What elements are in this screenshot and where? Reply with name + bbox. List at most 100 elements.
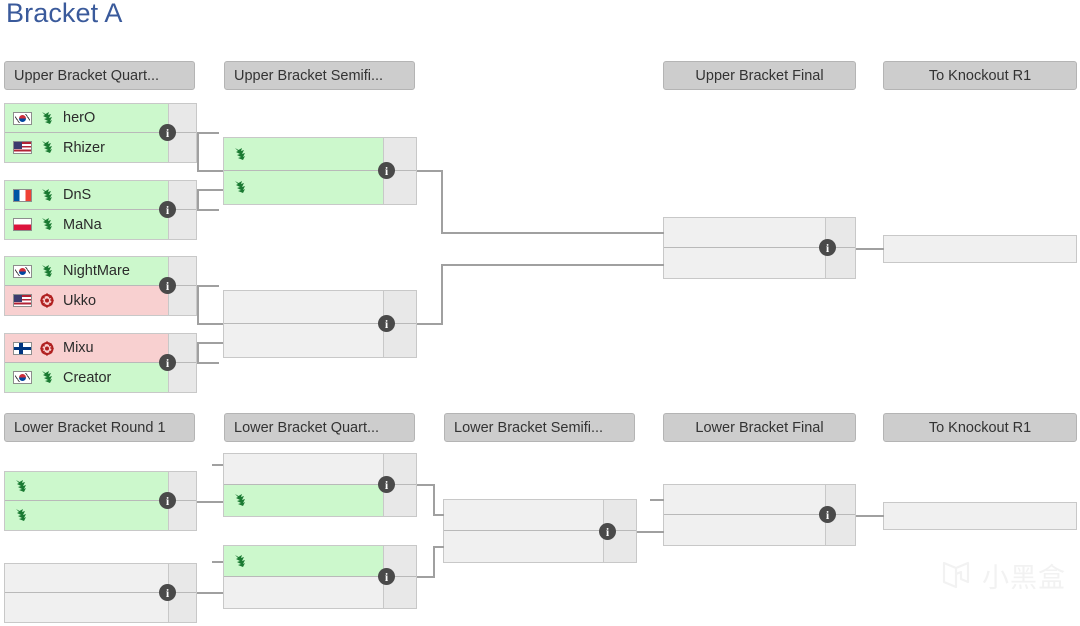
match-info-icon[interactable]: i	[159, 277, 176, 294]
protoss-race-icon	[42, 218, 52, 230]
opponent-cell: MaNa	[5, 210, 168, 239]
match-opponent-top[interactable]	[884, 236, 1076, 262]
opponent-cell	[664, 515, 825, 545]
flag-kr-icon	[13, 111, 32, 125]
opponent-cell: herO	[5, 104, 168, 132]
slot-ub-knockout[interactable]	[883, 235, 1077, 263]
round-header-ub-final[interactable]: Upper Bracket Final	[663, 61, 856, 90]
page-title: Bracket A	[6, 0, 123, 28]
opponent-cell	[444, 500, 603, 530]
protoss-race-icon	[235, 147, 245, 160]
match-info-icon[interactable]: i	[819, 239, 836, 256]
player-name: Ukko	[63, 292, 97, 309]
opponent-cell: NightMare	[5, 257, 168, 285]
opponent-cell: Creator	[5, 363, 168, 392]
zerg-race-icon	[40, 340, 54, 356]
player-name: herO	[63, 110, 96, 126]
connector	[197, 132, 219, 134]
match-info-icon[interactable]: i	[159, 201, 176, 218]
opponent-cell	[5, 564, 168, 592]
opponent-cell: Mixu	[5, 334, 168, 362]
player-name: NightMare	[63, 263, 130, 279]
protoss-race-icon	[235, 181, 245, 193]
match-info-icon[interactable]: i	[159, 584, 176, 601]
protoss-race-icon	[42, 188, 52, 201]
connector	[197, 592, 223, 594]
player-name: Creator	[63, 369, 112, 386]
opponent-cell: Ukko	[5, 286, 168, 315]
connector	[417, 323, 443, 325]
connector	[197, 170, 223, 172]
player-name: Mixu	[63, 340, 94, 356]
opponent-cell	[224, 138, 383, 170]
slot-lb-knockout[interactable]	[883, 502, 1077, 530]
connector	[197, 285, 199, 325]
protoss-race-icon	[235, 494, 245, 506]
match-info-icon[interactable]: i	[378, 476, 395, 493]
connector	[197, 342, 199, 363]
round-header-lb-quarterfinals[interactable]: Lower Bracket Quart...	[224, 413, 415, 442]
match-opponent-top[interactable]	[884, 503, 1076, 529]
connector	[441, 170, 443, 234]
zerg-race-icon	[40, 293, 54, 308]
round-header-ub-semifinals[interactable]: Upper Bracket Semifi...	[224, 61, 415, 90]
match-info-icon[interactable]: i	[159, 124, 176, 141]
connector	[212, 561, 223, 563]
connector	[417, 170, 443, 172]
connector	[637, 531, 664, 533]
flag-kr-icon	[13, 264, 32, 278]
watermark-text: 小黑盒	[982, 562, 1066, 594]
match-info-icon[interactable]: i	[378, 315, 395, 332]
match-info-icon[interactable]: i	[819, 506, 836, 523]
opponent-cell	[664, 485, 825, 514]
opponent-cell	[224, 485, 383, 516]
connector	[197, 209, 219, 211]
flag-kr-icon	[13, 371, 32, 384]
connector	[197, 362, 219, 364]
round-header-lb-round1[interactable]: Lower Bracket Round 1	[4, 413, 195, 442]
flag-us-icon	[13, 141, 32, 154]
flag-pl-icon	[13, 218, 32, 231]
connector	[441, 232, 664, 234]
protoss-race-icon	[42, 141, 52, 153]
round-header-lb-semifinals[interactable]: Lower Bracket Semifi...	[444, 413, 635, 442]
connector	[197, 323, 223, 325]
connector	[197, 285, 219, 287]
connector	[197, 342, 223, 344]
connector	[212, 464, 223, 466]
opponent-cell	[884, 236, 1076, 262]
opponent-cell	[224, 454, 383, 484]
match-info-icon[interactable]: i	[159, 354, 176, 371]
connector	[433, 546, 444, 548]
connector	[441, 264, 664, 266]
connector	[856, 248, 884, 250]
match-info-icon[interactable]: i	[378, 162, 395, 179]
round-header-lb-knockout[interactable]: To Knockout R1	[883, 413, 1077, 442]
connector	[856, 515, 884, 517]
opponent-cell	[5, 593, 168, 622]
round-header-ub-quarterfinals[interactable]: Upper Bracket Quart...	[4, 61, 195, 90]
flag-us-icon	[13, 294, 32, 307]
protoss-race-icon	[16, 479, 26, 492]
opponent-cell	[444, 531, 603, 562]
watermark: 小黑盒	[939, 558, 1066, 598]
match-info-icon[interactable]: i	[159, 492, 176, 509]
match-info-icon[interactable]: i	[599, 523, 616, 540]
opponent-cell	[664, 248, 825, 278]
round-header-lb-final[interactable]: Lower Bracket Final	[663, 413, 856, 442]
opponent-cell	[224, 577, 383, 608]
watermark-logo-icon	[939, 558, 973, 598]
connector	[650, 499, 664, 501]
flag-fr-icon	[13, 188, 32, 202]
connector	[197, 189, 223, 191]
flag-fi-icon	[13, 341, 32, 355]
opponent-cell: Rhizer	[5, 133, 168, 162]
round-header-ub-knockout[interactable]: To Knockout R1	[883, 61, 1077, 90]
opponent-cell	[224, 324, 383, 357]
protoss-race-icon	[42, 371, 52, 383]
opponent-cell	[224, 171, 383, 204]
match-info-icon[interactable]: i	[378, 568, 395, 585]
connector	[433, 484, 435, 516]
protoss-race-icon	[42, 111, 52, 124]
opponent-cell	[664, 218, 825, 247]
